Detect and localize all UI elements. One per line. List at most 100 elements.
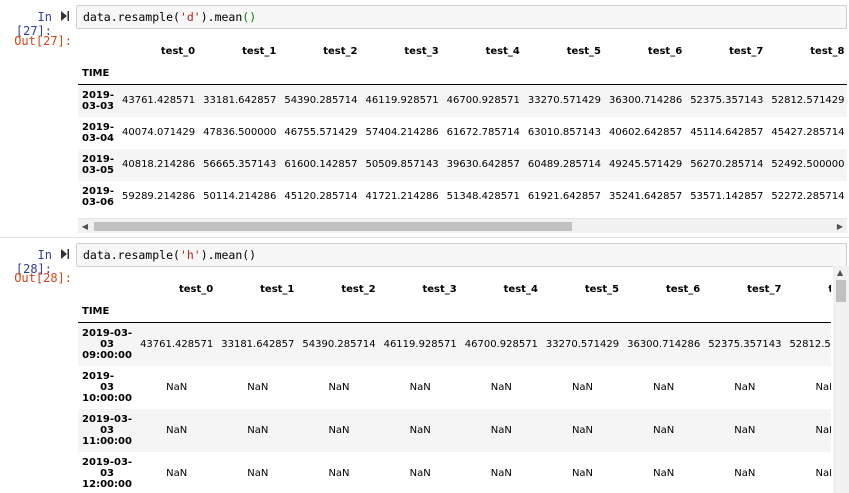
scroll-up-icon[interactable]: ▲ [837,268,843,277]
scroll-right-icon[interactable]: ▶ [835,221,845,231]
output-27: test_0 test_1 test_2 test_3 test_4 test_5 test… [78,40,847,218]
table-cell: 39630.642857 [446,159,520,170]
row-index-part: 03-04 [82,132,114,144]
row-index-part: 11:00:00 [82,435,132,447]
table-cell: NaN [653,424,675,436]
table-cell: 52272.285714 [771,191,845,202]
row-index-part: 10:00:00 [82,392,132,404]
row-index-part: 03-03 [82,100,114,112]
column-header: test_7 [747,283,782,295]
index-header-spacer [362,62,443,85]
row-index-part: 03-06 [82,196,114,208]
row-index-part: 2019- [82,121,114,133]
code-text: ).mean [200,10,243,24]
column-header: test_2 [341,283,376,295]
column-header: test_6 [647,45,683,57]
table-cell: 46700.928571 [464,338,538,350]
table-cell: NaN [571,424,594,436]
horizontal-scrollbar[interactable]: ◀ ▶ [78,218,847,233]
table-cell: NaN [734,381,756,393]
index-header-spacer [380,300,461,323]
table-cell: 63010.857143 [527,127,602,138]
table-row: 2019-03- 03 12:00:00 NaN NaN NaN NaN NaN NaN NaN N… [78,452,831,493]
row-index-part: 09:00:00 [82,349,132,361]
table-row: 2019- 03 10:00:00 NaN NaN NaN NaN NaN NaN NaN NaN N… [78,366,831,409]
column-header: test_7 [729,45,764,57]
index-header-spacer [623,300,704,323]
table-cell: 52812.571429 [771,95,845,107]
column-header: test_6 [666,283,701,295]
table-cell: 33270.571429 [527,95,602,107]
table-cell: NaN [653,467,675,479]
row-index-part: 2019-03- [82,413,133,425]
table-cell: NaN [328,381,350,393]
table-cell: NaN [166,381,188,393]
table-cell: 46755.571429 [284,127,358,138]
index-header-spacer [785,300,831,323]
row-index: 2019-03- 03 09:00:00 [78,323,136,366]
row-index: 2019-03- 03 12:00:00 [78,452,136,493]
dataframe-27: test_0 test_1 test_2 test_3 test_4 test_5 test… [78,40,847,213]
row-index-part: 03 [100,381,114,393]
table-cell: 61921.642857 [527,191,602,202]
table-cell: 43761.428571 [140,338,214,350]
table-row: 2019-03- 03 09:00:00 43761.428571 33181.6428… [78,322,831,366]
table-cell: NaN [247,467,269,479]
scrollbar-thumb[interactable] [836,280,846,302]
index-header-spacer [605,62,686,85]
index-header-spacer [524,62,605,85]
table-cell: NaN [653,381,675,393]
cell-27-out-prompt: Out[27]: [14,34,72,48]
table-cell: 33181.642857 [203,95,277,107]
row-index-part: 2019-03- [82,327,133,339]
scroll-left-icon[interactable]: ◀ [80,221,90,231]
row-index-part: 03 [100,467,114,479]
code-text: data.resample( [83,10,180,24]
run-cell-icon[interactable] [58,5,72,27]
code-input-27[interactable]: data.resample('d').mean() [76,5,847,29]
table-cell: 45120.285714 [284,191,358,202]
code-string: 'd' [179,10,201,24]
table-cell: 57404.214286 [365,127,439,138]
table-cell: 52375.357143 [690,95,764,107]
table-cell: 54390.285714 [302,338,376,350]
table-cell: 33270.571429 [545,338,620,350]
code-input-28[interactable]: data.resample('h').mean() [76,243,847,267]
column-header: test_5 [584,283,620,295]
index-header-spacer [461,300,542,323]
table-cell: NaN [571,381,594,393]
cell-28-out-prompt: Out[28]: [14,271,72,285]
table-cell: NaN [734,467,756,479]
column-header: test_1 [260,283,295,295]
index-header-spacer [298,300,379,323]
table-cell: 52492.500000 [771,159,845,170]
row-index: 2019- 03-05 [78,149,118,181]
table-cell: 46700.928571 [446,95,520,107]
table-cell: NaN [571,467,594,479]
column-header: test_3 [404,45,439,57]
table-cell: NaN [247,424,269,436]
table-cell: 50509.857143 [365,159,439,170]
blank-header [78,40,118,62]
table-cell: 52375.357143 [708,338,782,350]
table-cell: 47836.500000 [203,127,277,138]
table-cell: 36300.714286 [609,95,683,107]
index-header-spacer [280,62,361,85]
table-cell: 46119.928571 [365,95,439,107]
index-header-spacer [704,300,785,323]
code-text: data.resample( [83,248,180,262]
table-cell: 61600.142857 [284,159,358,170]
row-index: 2019- 03-03 [78,85,118,117]
dataframe-28: test_0 test_1 test_2 test_3 test_4 test_5 test… [78,278,831,493]
table-cell: 60489.285714 [527,159,602,170]
table-cell: 51348.428571 [446,191,520,202]
table-cell: NaN [409,381,431,393]
index-header-spacer [217,300,298,323]
table-cell: NaN [490,424,512,436]
scrollbar-thumb[interactable] [94,222,572,231]
vertical-scrollbar[interactable]: ▲ [833,266,849,493]
table-row: 2019- 03-04 40074.071429 47836.500000 46755.… [78,117,847,149]
table-cell: 49245.571429 [609,159,683,170]
table-cell: NaN [734,424,756,436]
run-cell-icon[interactable] [58,243,72,265]
